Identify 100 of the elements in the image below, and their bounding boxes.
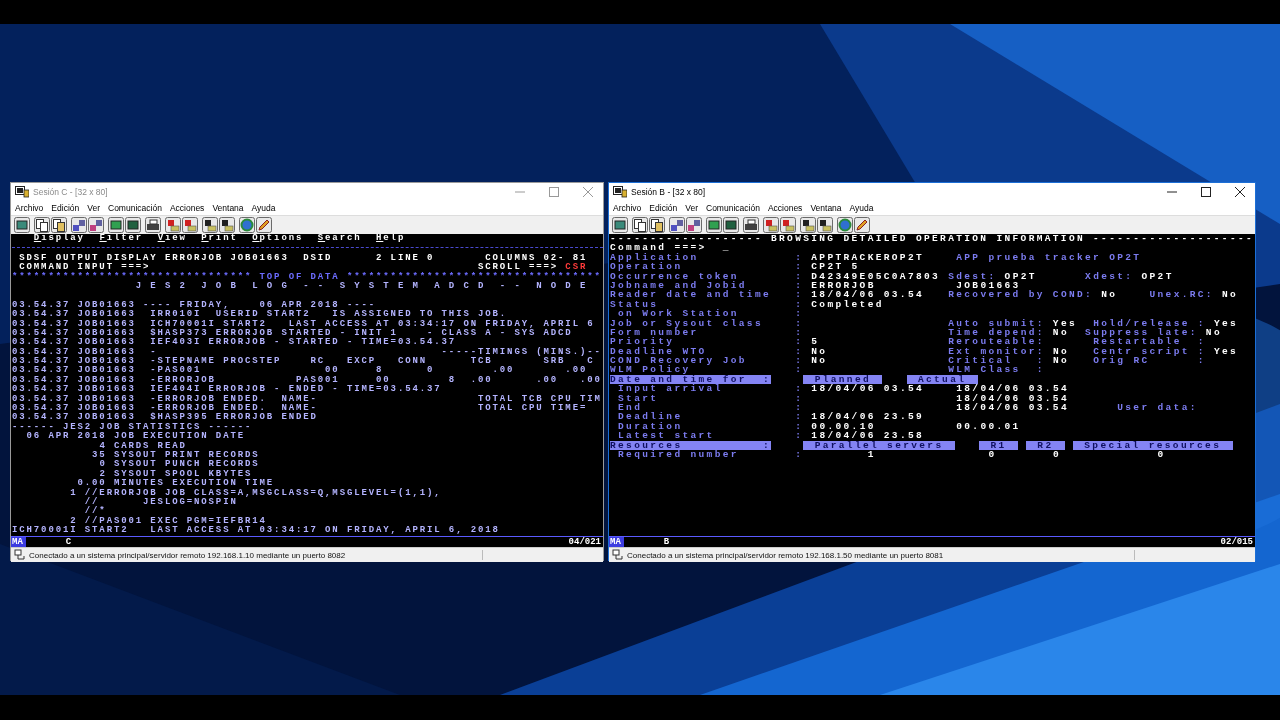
field-label: Sdest: [948,271,997,281]
log-line: 06 APR 2018 JOB EXECUTION DATE [26,432,245,442]
field-label: : [795,309,804,319]
field-value: No [1052,327,1069,338]
paste-icon[interactable] [649,217,665,233]
field-label: Occurrence token [610,271,739,281]
field-value: 1 [867,450,876,460]
field-label: : [795,346,804,357]
field-label: Operation [610,262,683,272]
field-label: Orig RC : [1093,356,1206,366]
field-label: : [795,450,804,460]
field-label: Xdest: [1085,271,1134,281]
menu-item[interactable]: Ver [685,202,698,213]
log-line: 0 SYSOUT PUNCH RECORDS [99,460,260,470]
log-line: 0.00 MINUTES EXECUTION TIME [77,479,275,489]
field-label: Ext monitor: [948,346,1045,357]
menu-item[interactable]: Ayuda [849,202,874,213]
field-label: Input arrival [618,384,723,394]
field-label: Rerouteable: [948,337,1045,347]
globe-icon[interactable] [837,217,853,233]
field-label: Priority [610,337,675,347]
menu-item[interactable]: Edición [649,202,678,213]
mode-indicator: MA [11,537,26,547]
log-line: ------ JES2 JOB STATISTICS ------ [12,422,253,432]
command-prompt: COMMAND INPUT ===> [19,263,151,273]
session-indicator: C [65,537,73,547]
field-label: : [795,421,804,432]
field-value: Yes [1052,318,1077,328]
menu-item[interactable]: Ventana [810,202,842,213]
log-line: 35 SYSOUT PRINT RECORDS [92,451,260,460]
terminal-heading: SDSF OUTPUT DISPLAY ERRORJOB JOB01663 DSID [19,253,333,263]
scroll-amount: CSR [565,263,588,273]
status-text: Conectado a un sistema principal/servidor remoto 192.168.1.10 mediante un puerto 8082 [29,550,346,560]
field-label: Recovered by COND: [948,290,1094,300]
session-indicator: B [663,537,671,547]
field-value: No [1205,327,1222,338]
field-value: 18/04/06 03.54 [811,290,925,300]
field-label: : [795,393,804,404]
pencil-icon[interactable] [854,217,870,233]
field-label: WLM Class : [948,365,1045,375]
column-header: Parallel servers [803,440,955,450]
monitor-icon[interactable] [612,217,628,233]
column-header: R2 [1025,440,1065,450]
field-label: : [795,403,804,413]
field-label: Deadline [618,412,683,422]
field-value: D42349E05C0A7803 [811,271,941,281]
log-line: 03.54.37 JOB01663 - -----TIMINGS (MINS.)-- [12,347,602,357]
field-label: User data: [1117,403,1198,413]
field-label: Unex.RC: [1149,290,1214,300]
log-line: // JESLOG=NOSPIN [84,497,238,507]
field-value: OP2T [1141,271,1174,281]
connection-icon [14,549,26,561]
field-value: 00.00.01 [956,421,1021,432]
log-line: //* [84,507,107,517]
field-label: Latest start [618,431,715,441]
field-value: No [1222,290,1239,300]
menu-item[interactable]: Acciones [767,202,803,213]
field-label: : [795,356,804,366]
field-label: Form number [610,327,699,338]
field-label: Deadline WTO [610,346,707,357]
field-value: 18/04/06 03.54 [811,384,925,394]
field-value: OP2T [1004,271,1037,281]
terminal-heading: 2 LINE 0 [376,253,435,264]
log-line: 03.54.37 JOB01663 $HASP373 ERRORJOB STARTED - INIT 1 - CLASS A - SYS ADCD [12,328,573,338]
field-label: : [795,262,804,272]
close-icon [1235,186,1245,197]
screen-icon[interactable] [723,217,739,233]
field-value: No [1101,290,1118,300]
field-value: No [811,346,828,357]
field-label: Suppress late: [1085,327,1198,338]
log-line: ICH70001I START2 LAST ACCESS AT 03:34:17 ON FRIDAY, APRIL 6, 2018 [12,526,500,536]
field-label: : [795,337,804,347]
field-label: Time depend: [948,327,1045,338]
cursor-position: 04/021 [568,537,602,547]
screen-icon[interactable] [706,217,722,233]
log-line: 03.54.37 JOB01663 IRR010I USERID START2 IS ASSIGNED TO THIS JOB. [12,310,508,320]
field-label: : [795,299,804,310]
menu-item[interactable]: Archivo [613,202,642,213]
connection-icon [612,549,624,561]
window-title: Sesión B - [32 x 80] [631,186,707,197]
printer-icon[interactable] [743,217,759,233]
field-label: : [795,431,804,441]
cursor-position: 02/015 [1220,537,1254,547]
field-label: : [795,365,804,375]
log-line: 03.54.37 JOB01663 IEF403I ERRORJOB - STARTED - TIME=03.54.37 [12,338,457,348]
menu-item[interactable]: Comunicación [706,202,760,213]
field-label: Required number [618,450,739,460]
field-value: 5 [811,337,820,347]
copy-icon[interactable] [632,217,648,233]
field-label: : [795,280,804,291]
field-value: 18/04/06 23.59 [811,412,925,422]
field-label: COND Recovery Job [610,356,747,366]
text-cursor: _ [722,243,731,253]
field-value: 18/04/06 23.58 [811,431,925,441]
field-value: APPTRACKEROP2T [811,252,925,263]
column-header: Special resources [1072,440,1233,450]
field-label: APP prueba tracker OP2T [956,252,1142,263]
field-value: 18/04/06 03.54 [956,403,1069,413]
terminal-heading: SCROLL ===> [478,263,559,273]
field-label: Hold/release : [1093,318,1206,328]
